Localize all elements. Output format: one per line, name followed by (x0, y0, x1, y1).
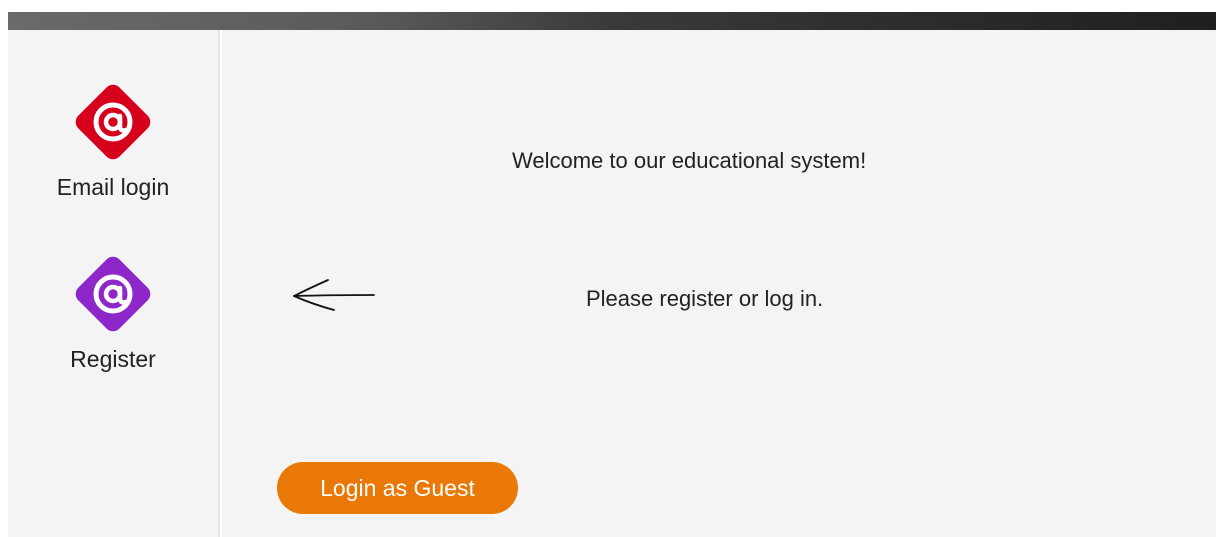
email-login-button[interactable]: Email login (8, 72, 218, 201)
register-prompt-text: Please register or log in. (586, 286, 824, 311)
email-login-icon (63, 72, 163, 172)
register-label: Register (70, 346, 156, 372)
login-as-guest-button[interactable]: Login as Guest (277, 462, 518, 514)
app-window: Email login Register Welcome to our educ… (0, 0, 1216, 537)
register-icon (63, 244, 163, 344)
sidebar: Email login Register (8, 30, 220, 537)
welcome-text: Welcome to our educational system! (512, 148, 867, 173)
top-bar (8, 12, 1216, 30)
register-button[interactable]: Register (8, 244, 218, 373)
left-arrow-icon (290, 274, 380, 319)
main-content: Welcome to our educational system! Pleas… (222, 30, 1216, 537)
email-login-label: Email login (56, 174, 170, 200)
